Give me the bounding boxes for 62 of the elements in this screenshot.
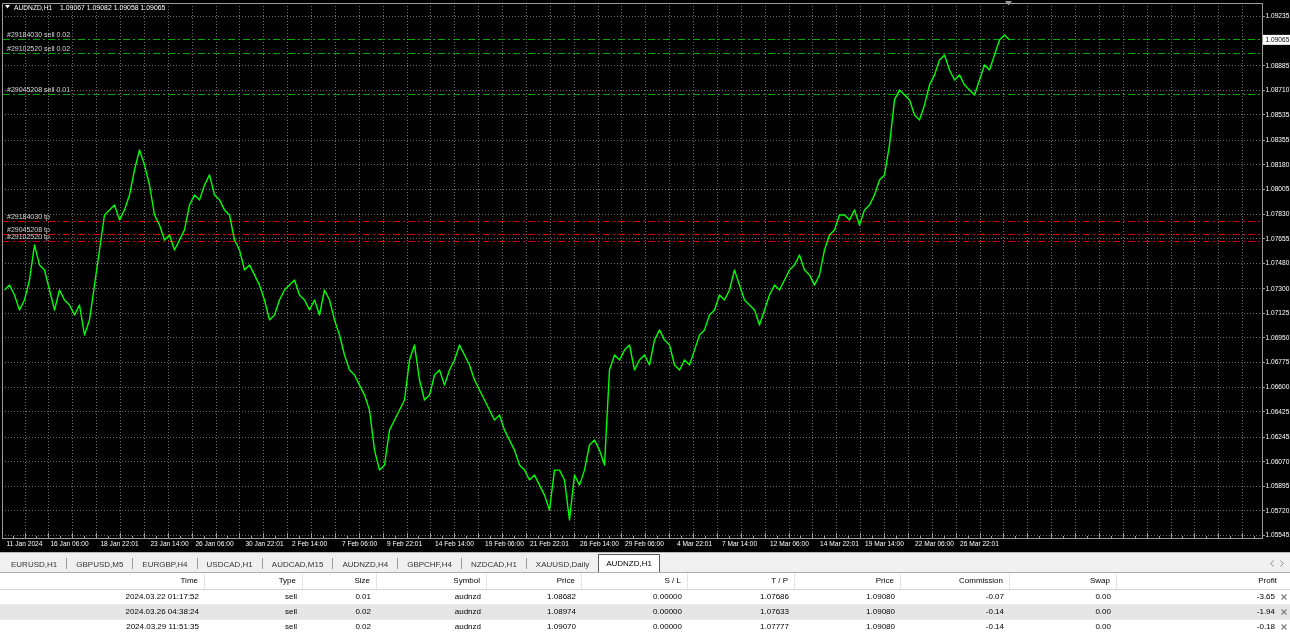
table-cell-text: -0.18: [1256, 621, 1275, 633]
column-header[interactable]: T / P: [688, 573, 795, 589]
table-cell-text: sell: [284, 621, 298, 633]
chevron-left-icon[interactable]: [1270, 560, 1274, 567]
table-cell-text: 1.09080: [865, 621, 896, 633]
chart-tab[interactable]: AUDNZD,H4: [333, 555, 398, 572]
table-cell-text: 1.09080: [865, 606, 896, 618]
chart-tab[interactable]: AUDCAD,M15: [262, 555, 333, 572]
close-icon[interactable]: [1281, 624, 1287, 630]
table-cell-text: 0.00: [1094, 621, 1112, 633]
table-cell-text: 1.09080: [865, 591, 896, 603]
table-cell-text: 0.00: [1094, 606, 1112, 618]
table-cell-text: 1.07686: [759, 591, 790, 603]
table-cell-text: 2024.03.22 01:17:52: [124, 591, 200, 603]
column-header[interactable]: Type: [205, 573, 303, 589]
table-cell-text: 0.02: [354, 606, 372, 618]
table-cell-text: -0.14: [984, 606, 1005, 618]
chevron-right-icon[interactable]: [1280, 560, 1284, 567]
table-cell-text: audnzd: [453, 606, 482, 618]
chart-tab[interactable]: EURGBP,H4: [133, 555, 197, 572]
table-cell-text: 0.02: [354, 621, 372, 633]
column-header[interactable]: Price: [795, 573, 901, 589]
caret-icon[interactable]: [5, 5, 10, 9]
table-cell-text: 0.00000: [652, 621, 683, 633]
table-cell-text: 2024.03.26 04:38:24: [124, 606, 200, 618]
table-cell-text: -1.94: [1256, 606, 1275, 618]
table-cell-text: audnzd: [453, 591, 482, 603]
chart-tab[interactable]: NZDCAD,H1: [462, 555, 526, 572]
chart-tab[interactable]: XAUUSD,Daily: [526, 555, 599, 572]
chart-tab[interactable]: EURUSD,H1: [2, 555, 67, 572]
column-header[interactable]: Price: [487, 573, 582, 589]
table-cell-text: -3.65: [1256, 591, 1275, 603]
column-header[interactable]: Symbol: [377, 573, 487, 589]
table-cell-text: audnzd: [453, 621, 482, 633]
chart-tab[interactable]: GBPUSD,M5: [67, 555, 133, 572]
table-cell-text: sell: [284, 591, 298, 603]
column-header[interactable]: Size: [303, 573, 377, 589]
column-header[interactable]: S / L: [582, 573, 688, 589]
close-icon[interactable]: [1281, 609, 1287, 615]
table-cell-text: 1.08682: [546, 591, 577, 603]
table-cell-text: 0.00000: [652, 606, 683, 618]
column-header[interactable]: Commission: [901, 573, 1010, 589]
chart-tab[interactable]: AUDNZD,H1: [598, 554, 660, 572]
close-icon[interactable]: [1281, 594, 1287, 600]
table-cell-text: 1.08974: [546, 606, 577, 618]
table-cell-text: -0.14: [984, 621, 1005, 633]
table-cell-text: 0.00000: [652, 591, 683, 603]
table-cell-text: 1.09070: [546, 621, 577, 633]
table-cell-text: 0.00: [1094, 591, 1112, 603]
column-header[interactable]: Profit: [1117, 573, 1290, 589]
chart-tab[interactable]: GBPCHF,H4: [398, 555, 462, 572]
table-row[interactable]: 2024.03.26 04:38:24 sell 0.02 audnzd 1.08974 0.00000 1.07633 1.09080 -0.14 0.00 -1.94: [0, 605, 1290, 620]
table-cell-text: -0.07: [984, 591, 1005, 603]
triangle-marker-icon[interactable]: [1005, 1, 1012, 6]
table-cell-text: 0.01: [354, 591, 372, 603]
table-cell-text: 2024.03.29 11:51:35: [125, 621, 200, 633]
column-header[interactable]: Time: [0, 573, 205, 589]
column-header[interactable]: Swap: [1010, 573, 1117, 589]
table-cell-text: sell: [284, 606, 298, 618]
chart-tab[interactable]: USDCAD,H1: [197, 555, 262, 572]
table-cell-text: 1.07633: [759, 606, 790, 618]
table-cell-text: 1.07777: [759, 621, 790, 633]
